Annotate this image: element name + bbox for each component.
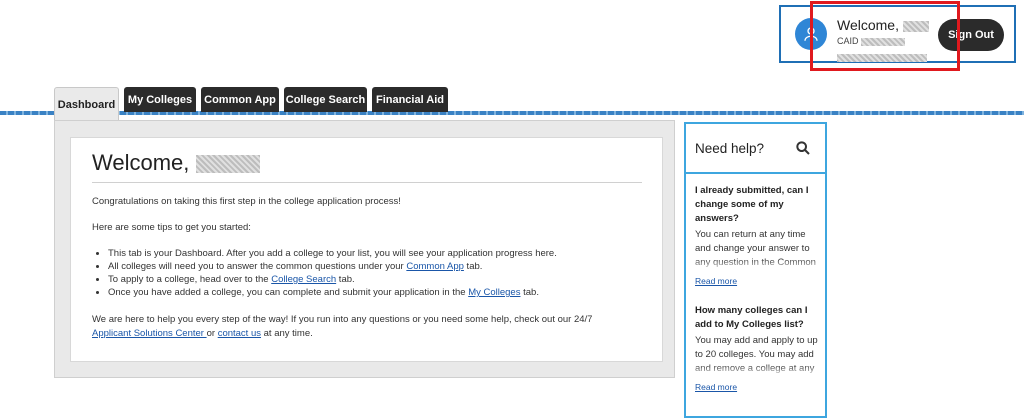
caid-label: CAID <box>837 36 859 46</box>
tip-text: tab. <box>336 274 355 285</box>
help-header: Need help? <box>686 124 825 174</box>
redacted-email <box>837 49 927 67</box>
faq-question: How many colleges can I add to My Colleg… <box>695 305 808 330</box>
faq-item: How many colleges can I add to My Colleg… <box>695 304 819 394</box>
tip-item-common-app: All colleges will need you to answer the… <box>108 260 557 273</box>
tip-text: All colleges will need you to answer the… <box>108 261 407 272</box>
help-title: Need help? <box>695 141 765 156</box>
redacted-title-name <box>195 155 260 174</box>
page-title: Welcome, <box>92 150 260 176</box>
college-search-link[interactable]: College Search <box>271 274 336 285</box>
dashboard-panel: Welcome, Congratulations on taking this … <box>54 120 675 378</box>
tips-list: This tab is your Dashboard. After you ad… <box>92 247 557 299</box>
caid-text: CAID <box>837 36 906 46</box>
search-icon[interactable] <box>795 140 811 156</box>
tip-item-college-search: To apply to a college, head over to the … <box>108 273 557 286</box>
tab-my-colleges[interactable]: My Colleges <box>124 87 196 112</box>
intro-text: Congratulations on taking this first ste… <box>92 196 401 207</box>
help-links-line: Applicant Solutions Center or contact us… <box>92 328 313 339</box>
tip-item-dashboard: This tab is your Dashboard. After you ad… <box>108 247 557 260</box>
my-colleges-link[interactable]: My Colleges <box>468 287 520 298</box>
faq-item: I already submitted, can I change some o… <box>695 184 819 288</box>
welcome-text: Welcome, <box>837 17 929 33</box>
dashboard-card: Welcome, Congratulations on taking this … <box>70 137 663 362</box>
tip-text: This tab is your Dashboard. After you ad… <box>108 248 557 259</box>
tip-text: To apply to a college, head over to the <box>108 274 272 285</box>
tips-heading: Here are some tips to get you started: <box>92 222 251 233</box>
help-panel: Need help? I already submitted, can I ch… <box>684 122 827 418</box>
title-label: Welcome, <box>92 150 190 175</box>
sign-out-button[interactable]: Sign Out <box>938 19 1004 51</box>
tab-dashboard[interactable]: Dashboard <box>54 87 119 121</box>
applicant-solutions-link[interactable]: Applicant Solutions Center <box>92 328 207 339</box>
user-avatar-icon <box>795 18 827 50</box>
faq-answer: You can return at any time and change yo… <box>695 229 816 272</box>
tip-item-my-colleges: Once you have added a college, you can c… <box>108 286 557 299</box>
welcome-label: Welcome, <box>837 17 899 33</box>
read-more-link[interactable]: Read more <box>695 276 737 286</box>
redacted-caid <box>861 37 906 46</box>
redacted-email-block <box>837 53 927 62</box>
contact-us-link[interactable]: contact us <box>218 328 261 339</box>
redacted-name <box>902 20 929 32</box>
tip-text: tab. <box>463 261 483 272</box>
read-more-link[interactable]: Read more <box>695 382 737 392</box>
help-text-end: at any time. <box>261 328 313 339</box>
help-text-mid: or <box>206 328 218 339</box>
tip-text: Once you have added a college, you can c… <box>108 287 469 298</box>
faq-question: I already submitted, can I change some o… <box>695 185 809 224</box>
tab-financial-aid[interactable]: Financial Aid <box>372 87 448 112</box>
user-account-box: Welcome, CAID Sign Out <box>779 5 1016 63</box>
tab-common-app[interactable]: Common App <box>201 87 279 112</box>
faq-answer: You may add and apply to up to 20 colleg… <box>695 335 818 378</box>
common-app-link[interactable]: Common App <box>406 261 464 272</box>
help-text: We are here to help you every step of th… <box>92 314 593 325</box>
tip-text: tab. <box>520 287 539 298</box>
tab-college-search[interactable]: College Search <box>284 87 367 112</box>
title-divider <box>92 182 642 183</box>
